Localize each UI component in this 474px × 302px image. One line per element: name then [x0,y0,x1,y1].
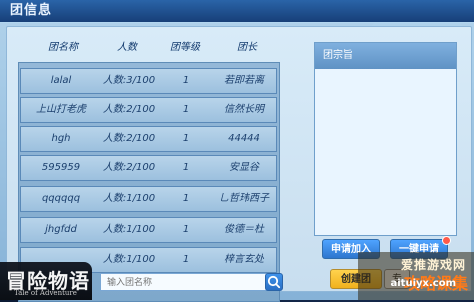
guild-name: 595959 [41,162,81,173]
table-row[interactable]: 上山打老虎 人数:2/100 1 信然长明 [20,97,277,123]
game-logo-subtitle: Tale of Adventure [14,289,77,297]
notification-dot-icon [442,236,451,245]
table-row[interactable]: lalal 人数:3/100 1 若即若离 [20,68,277,94]
member-count: 人数:1/100 [102,254,156,265]
guild-name: 上山打老虎 [36,104,86,115]
search-field[interactable] [100,273,270,291]
table-row[interactable]: hgh 人数:2/100 1 44444 [20,126,277,152]
guild-leader: 若即若离 [224,75,264,86]
search-icon [267,275,281,289]
guild-level: 1 [182,254,190,265]
search-button[interactable] [265,273,283,291]
column-header-level: 团等级 [170,42,200,53]
guild-leader: 信然长明 [224,104,264,115]
guild-level: 1 [182,224,190,235]
watermark: 爱推游戏网 攻略课集 aituiyx.com [358,252,474,300]
search-input[interactable] [105,275,259,291]
window-title-bar: 团信息 [0,0,474,23]
table-row[interactable]: jhgfdd 人数:1/100 1 俊德＝杜 [20,217,277,243]
guild-leader: 乚哲玮西子 [219,193,269,204]
table-row[interactable]: qqqqqq 人数:1/100 1 乚哲玮西子 [20,186,277,212]
game-logo: 冒险物语 Tale of Adventure [0,262,92,300]
guild-level: 1 [182,104,190,115]
column-header-leader: 团长 [237,42,257,53]
guild-leader: 安显谷 [229,162,259,173]
member-count: 人数:1/100 [102,224,156,235]
guild-leader: 44444 [228,133,260,144]
column-header-name: 团名称 [48,42,78,53]
guild-name: jhgfdd [45,224,77,235]
guild-leader: 梓言玄处 [224,254,264,265]
guild-purpose-title: 团宗旨 [315,43,456,69]
guild-level: 1 [182,162,190,173]
guild-name: lalal [50,75,72,86]
guild-name: hgh [51,133,71,144]
member-count: 人数:3/100 [102,75,156,86]
guild-level: 1 [182,133,190,144]
member-count: 人数:1/100 [102,193,156,204]
table-row[interactable]: 595959 人数:2/100 1 安显谷 [20,155,277,181]
guild-leader: 俊德＝杜 [224,224,264,235]
guild-name: qqqqqq [41,193,81,204]
member-count: 人数:2/100 [102,133,156,144]
guild-level: 1 [182,75,190,86]
guild-purpose-box: 团宗旨 [314,42,457,236]
member-count: 人数:2/100 [102,162,156,173]
guild-level: 1 [182,193,190,204]
member-count: 人数:2/100 [102,104,156,115]
watermark-url: aituiyx.com [390,278,457,289]
window-title: 团信息 [10,3,53,18]
column-header-count: 人数 [117,42,137,53]
